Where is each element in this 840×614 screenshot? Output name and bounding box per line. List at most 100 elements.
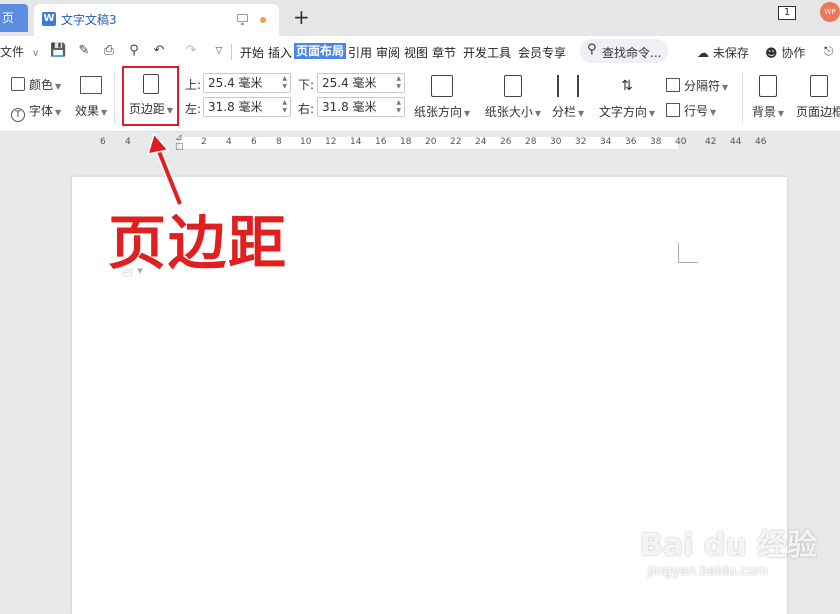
baidu-watermark: Bai du 经验 jingyan.baidu.com — [640, 520, 817, 579]
separator-button[interactable]: 分隔符 ▼ — [666, 77, 728, 94]
caret-icon: ▼ — [710, 108, 717, 117]
theme-font-label: 字体 — [29, 104, 54, 118]
tab-document[interactable]: W 文字文稿3 — [34, 4, 279, 36]
caret-icon: ▼ — [55, 108, 62, 117]
ruler-tick-label: 38 — [650, 137, 662, 147]
page-border-button[interactable]: 页面边框 — [796, 75, 840, 120]
margin-top-value: 25.4 毫米 — [208, 76, 263, 90]
caret-icon: ▼ — [55, 82, 62, 91]
spinner-icon[interactable]: ▲ ▼ — [282, 99, 287, 115]
menu-references[interactable]: 引用 — [348, 44, 372, 61]
menu-insert[interactable]: 插入 — [268, 44, 292, 61]
caret-icon: ▼ — [648, 109, 656, 118]
ribbon-divider — [114, 72, 115, 124]
ruler-tick-label: 6 — [251, 137, 257, 147]
text-direction-label: 文字方向 — [598, 105, 647, 119]
columns-button[interactable]: 分栏 ▼ — [552, 75, 584, 120]
margin-top-label: 上: — [185, 78, 202, 92]
margin-left-value: 31.8 毫米 — [208, 100, 263, 114]
menu-divider — [231, 44, 232, 60]
theme-color-button[interactable]: 颜色 ▼ — [11, 76, 61, 93]
spinner-icon[interactable]: ▲ ▼ — [396, 99, 401, 115]
ruler-tick-label: 4 — [226, 137, 232, 147]
paper-size-button[interactable]: 纸张大小 ▼ — [484, 75, 542, 120]
columns-icon — [557, 75, 579, 97]
line-number-button[interactable]: 行号 ▼ — [666, 102, 716, 119]
separator-icon — [666, 78, 680, 92]
font-t-icon: T — [11, 108, 25, 122]
margin-left-field[interactable]: 31.8 毫米 ▲ ▼ — [203, 97, 291, 117]
menu-bar: 文件 ∨ 💾 ✎ ⎙ ⚲ ↶ ↷ ▽ 开始 插入 页面布局 引用 审阅 视图 章节… — [0, 36, 840, 66]
menu-start[interactable]: 开始 — [240, 44, 264, 61]
orientation-button[interactable]: 纸张方向 ▼ — [414, 75, 470, 120]
share-button[interactable]: ⎋ — [824, 44, 834, 59]
theme-effect-button[interactable]: 效果 ▼ — [75, 102, 107, 119]
menu-file-label: 文件 — [0, 45, 25, 59]
ruler-tick-label: 20 — [425, 137, 437, 147]
annotation-label: 页边距 — [108, 209, 289, 277]
ruler-tick-label: 36 — [625, 137, 637, 147]
format-painter-icon[interactable]: ✎ — [76, 43, 92, 59]
paper-size-label: 纸张大小 — [484, 105, 533, 119]
margin-top-field[interactable]: 25.4 毫米 ▲ ▼ — [203, 73, 291, 93]
unsaved-button[interactable]: ☁ 未保存 — [697, 44, 749, 61]
page-count-badge[interactable]: 1 — [778, 6, 796, 20]
tab-home[interactable]: 页 — [0, 4, 28, 32]
command-search[interactable]: ⚲ 查找命令... — [580, 39, 668, 63]
margin-bottom-field[interactable]: 25.4 毫米 ▲ ▼ — [317, 73, 405, 93]
collab-button[interactable]: ☻ 协作 — [765, 44, 805, 61]
save-icon[interactable]: 💾 — [50, 43, 66, 59]
undo-icon[interactable]: ↶ — [151, 43, 167, 59]
orientation-icon — [431, 75, 453, 97]
collab-label: 协作 — [781, 46, 806, 60]
spinner-icon[interactable]: ▲ ▼ — [282, 75, 287, 91]
line-number-icon — [666, 103, 680, 117]
ruler-tick-label: 44 — [730, 137, 742, 147]
cloud-icon: ☁ — [697, 46, 709, 60]
ruler-tick-label: 30 — [550, 137, 562, 147]
caret-icon: ▼ — [578, 109, 585, 118]
print-icon[interactable]: ⎙ — [101, 43, 117, 59]
avatar[interactable]: WP — [820, 2, 840, 22]
palette-icon — [11, 77, 25, 91]
menu-file[interactable]: 文件 ∨ — [0, 43, 39, 60]
ruler-tick-label: 28 — [525, 137, 537, 147]
ribbon-divider — [742, 72, 743, 124]
menu-member[interactable]: 会员专享 — [518, 44, 566, 61]
theme-color-label: 颜色 — [29, 78, 54, 92]
new-tab-button[interactable]: + — [293, 6, 310, 28]
ruler-tick-label: 8 — [276, 137, 282, 147]
ruler-tick-label: 10 — [300, 137, 312, 147]
spinner-icon[interactable]: ▲ ▼ — [396, 75, 401, 91]
menu-view[interactable]: 视图 — [404, 44, 428, 61]
tab-document-title: 文字文稿3 — [61, 13, 117, 27]
ruler-tick-label: 32 — [575, 137, 587, 147]
page-border-label: 页面边框 — [796, 105, 840, 119]
unsaved-dot-icon — [260, 17, 266, 23]
effects-icon — [80, 76, 102, 94]
background-label: 背景 — [751, 105, 776, 119]
text-direction-button[interactable]: ⇅ 文字方向 ▼ — [598, 75, 656, 120]
monitor-icon[interactable] — [237, 14, 248, 25]
share-icon: ⎋ — [824, 44, 834, 58]
margin-bottom-label: 下: — [298, 78, 315, 92]
text-direction-icon: ⇅ — [621, 78, 633, 94]
margin-right-field[interactable]: 31.8 毫米 ▲ ▼ — [317, 97, 405, 117]
redo-icon[interactable]: ↷ — [183, 43, 199, 59]
ruler-tick-label: 26 — [500, 137, 512, 147]
background-button[interactable]: 背景 ▼ — [750, 75, 786, 120]
user-add-icon: ☻ — [765, 46, 778, 60]
page-border-icon — [810, 75, 828, 97]
command-search-label: 查找命令... — [602, 46, 662, 60]
customize-dropdown-icon[interactable]: ▽ — [211, 43, 227, 59]
watermark-main: Bai du 经验 — [640, 528, 818, 563]
menu-section[interactable]: 章节 — [432, 44, 456, 61]
ruler-tick-label: 18 — [400, 137, 412, 147]
print-preview-icon[interactable]: ⚲ — [126, 43, 142, 59]
theme-font-button[interactable]: T 字体 ▼ — [11, 102, 61, 122]
theme-effect-icon-button[interactable] — [78, 76, 104, 94]
menu-developer[interactable]: 开发工具 — [463, 44, 511, 61]
margin-right-value: 31.8 毫米 — [322, 100, 377, 114]
menu-page-layout[interactable]: 页面布局 — [294, 43, 347, 59]
menu-review[interactable]: 审阅 — [376, 44, 400, 61]
